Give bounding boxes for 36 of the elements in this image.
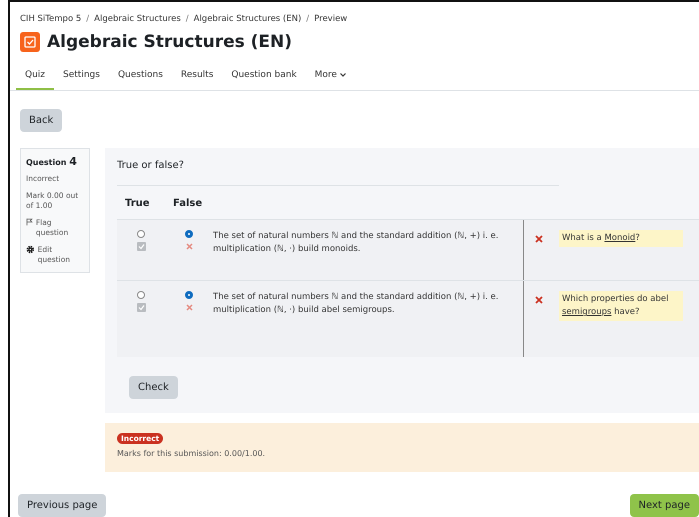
breadcrumb-link[interactable]: CIH SiTempo 5 — [20, 14, 82, 24]
nav-tab[interactable]: Question bank — [222, 66, 306, 90]
breadcrumb-current: Preview — [314, 14, 348, 24]
flag-icon — [26, 218, 33, 226]
breadcrumb-link[interactable]: Algebraic Structures — [94, 14, 181, 24]
breadcrumb-separator: / — [186, 14, 189, 24]
feedback-link[interactable]: semigroups — [562, 307, 612, 318]
feedback-link[interactable]: Monoid — [604, 233, 636, 243]
column-header: True — [125, 198, 151, 209]
statement-text: The set of natural numbers ℕ and the standard addition (ℕ, +) i. e. multiplication (ℕ, ·) build abel semigroups. — [213, 281, 524, 357]
next-page-button[interactable]: Next page — [630, 494, 699, 517]
caret-icon — [340, 73, 346, 77]
previous-page-button[interactable]: Previous page — [18, 494, 106, 517]
quiz-icon — [20, 32, 40, 52]
gear-icon — [26, 244, 35, 254]
nav-tab[interactable]: Settings — [54, 66, 109, 90]
radio-button[interactable] — [185, 230, 193, 238]
back-button[interactable]: Back — [20, 109, 62, 132]
check-button[interactable]: Check — [129, 376, 178, 399]
question-number: Question 4 — [26, 155, 78, 168]
nav-tab[interactable]: Results — [172, 66, 222, 90]
radio-button[interactable] — [137, 291, 145, 299]
nav-tab[interactable]: Quiz — [16, 66, 54, 90]
column-header: False — [173, 198, 204, 209]
radio-button[interactable] — [137, 230, 145, 238]
breadcrumb-separator: / — [86, 14, 90, 24]
question-prompt: True or false? — [117, 160, 559, 186]
more-menu[interactable]: More — [306, 66, 355, 90]
page-title: Algebraic Structures (EN) — [47, 32, 292, 52]
feedback-text: What is a Monoid? — [559, 230, 683, 248]
breadcrumb-separator: / — [306, 14, 310, 24]
nav-tab[interactable]: Questions — [108, 66, 172, 90]
breadcrumb-link[interactable]: Algebraic Structures (EN) — [194, 14, 302, 24]
marks-text: Marks for this submission: 0.00/1.00. — [117, 449, 266, 458]
feedback-text: Which properties do abel semigroups have? — [559, 291, 683, 322]
radio-button[interactable] — [185, 291, 193, 299]
